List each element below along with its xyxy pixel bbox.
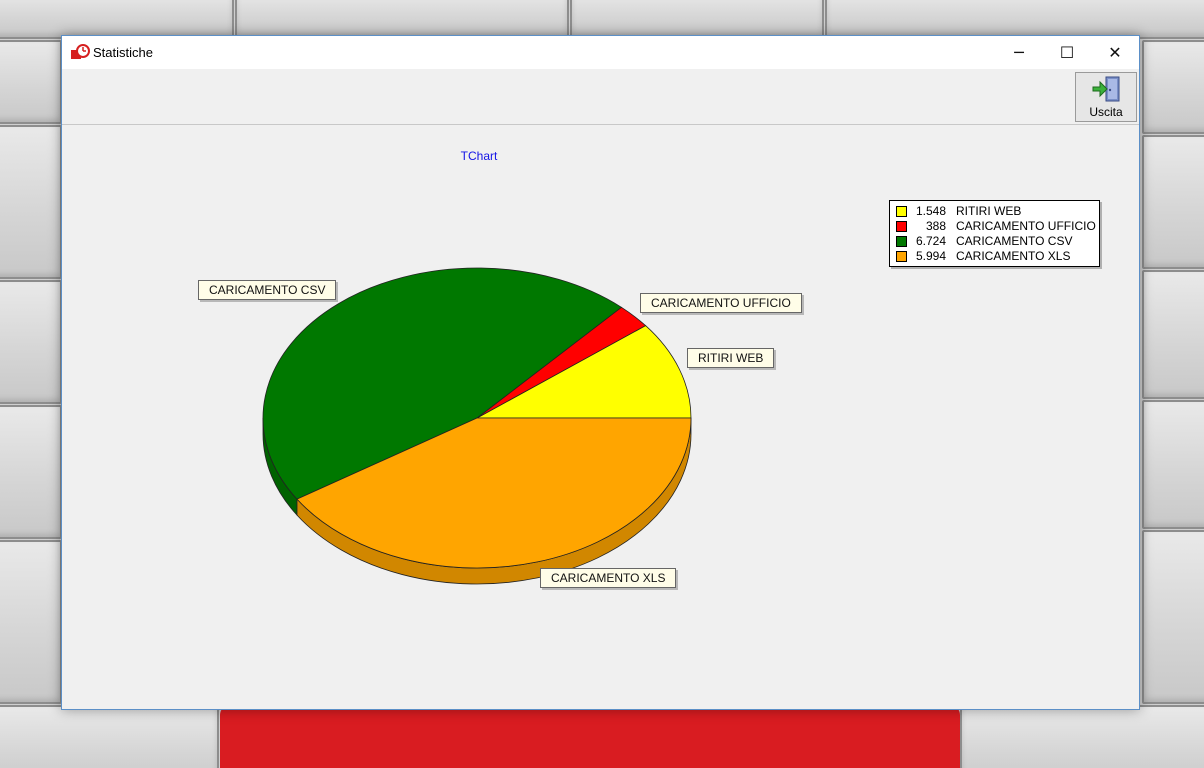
red-shirt xyxy=(220,705,960,768)
legend-value: 5.994 xyxy=(915,249,946,263)
wall-stone xyxy=(1142,135,1204,269)
close-button[interactable]: ✕ xyxy=(1091,36,1139,69)
legend-item: 6.724 CARICAMENTO CSV xyxy=(890,234,1099,249)
legend-item: 5.994 CARICAMENTO XLS xyxy=(890,249,1099,264)
legend-value: 1.548 xyxy=(915,204,946,218)
maximize-button[interactable]: ☐ xyxy=(1043,36,1091,69)
exit-door-icon xyxy=(1092,76,1120,102)
slice-label-caricamento-ufficio: CARICAMENTO UFFICIO xyxy=(640,293,802,313)
slice-label-caricamento-csv: CARICAMENTO CSV xyxy=(198,280,337,300)
legend-label: RITIRI WEB xyxy=(956,204,1022,218)
legend-label: CARICAMENTO XLS xyxy=(956,249,1071,263)
title-bar[interactable]: Statistiche ─ ☐ ✕ xyxy=(62,36,1139,69)
legend-label: CARICAMENTO UFFICIO xyxy=(956,219,1096,233)
legend-swatch xyxy=(896,221,907,232)
wall-stone xyxy=(1142,40,1204,134)
legend-label: CARICAMENTO CSV xyxy=(956,234,1073,248)
exit-button[interactable]: Uscita xyxy=(1075,72,1137,122)
wall-stone xyxy=(0,540,62,704)
legend-swatch xyxy=(896,236,907,247)
toolbar: Uscita xyxy=(62,70,1139,125)
wall-stone xyxy=(0,125,62,279)
wall-stone xyxy=(960,705,1204,768)
legend-value: 388 xyxy=(925,219,946,233)
wall-stone xyxy=(1142,270,1204,399)
wall-stone xyxy=(570,0,824,39)
minimize-button[interactable]: ─ xyxy=(995,36,1043,69)
legend-value: 6.724 xyxy=(915,234,946,248)
wall-stone xyxy=(825,0,1204,39)
wall-stone xyxy=(0,405,62,539)
wall-stone xyxy=(1142,400,1204,529)
statistics-window: Statistiche ─ ☐ ✕ Uscita TChart CARICAME… xyxy=(61,35,1140,710)
legend-item: 1.548 RITIRI WEB xyxy=(890,204,1099,219)
window-title: Statistiche xyxy=(93,45,153,60)
exit-label: Uscita xyxy=(1089,105,1123,119)
legend-swatch xyxy=(896,206,907,217)
chart-area: TChart CARICAMENTO CSV CARICAMENTO UFFIC… xyxy=(62,125,1139,709)
wall-stone xyxy=(0,705,219,768)
slice-label-caricamento-xls: CARICAMENTO XLS xyxy=(540,568,677,588)
wall-stone xyxy=(1142,530,1204,704)
legend-swatch xyxy=(896,251,907,262)
wall-stone xyxy=(0,40,62,124)
wall-stone xyxy=(235,0,569,39)
wall-stone xyxy=(0,280,62,404)
slice-label-ritiri-web: RITIRI WEB xyxy=(687,348,775,368)
legend-item: 388 CARICAMENTO UFFICIO xyxy=(890,219,1099,234)
chart-legend: 1.548 RITIRI WEB 388 CARICAMENTO UFFICIO… xyxy=(889,200,1100,267)
wall-stone xyxy=(0,0,234,39)
app-icon xyxy=(71,44,90,59)
